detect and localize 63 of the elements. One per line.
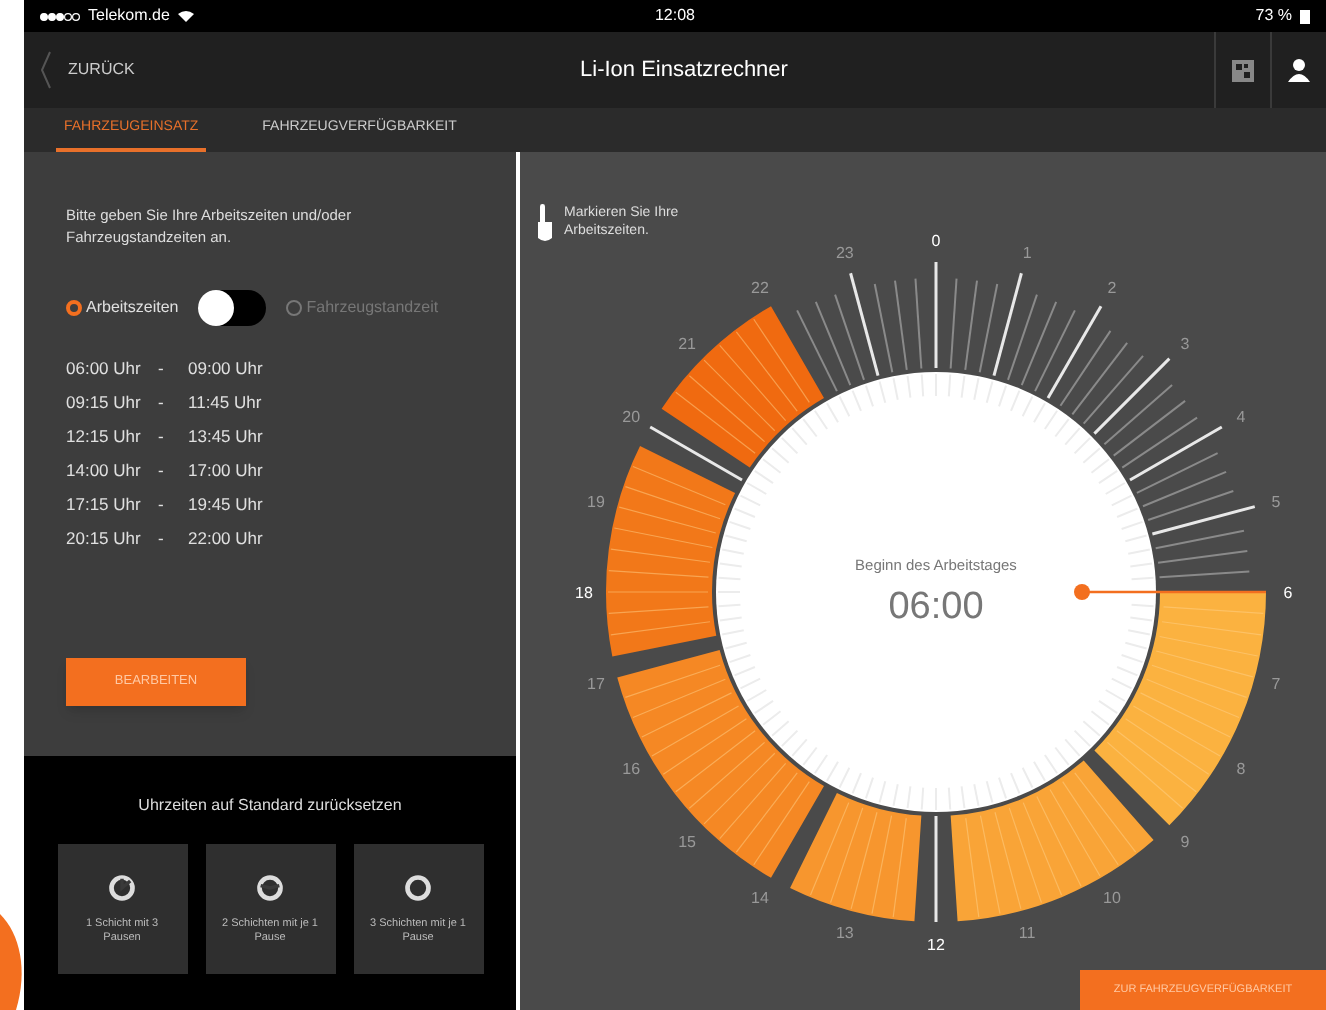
hour-label: 14 bbox=[751, 888, 769, 907]
hour-label: 4 bbox=[1236, 408, 1246, 426]
battery-percent: 73 % bbox=[1255, 4, 1293, 28]
hour-label: 10 bbox=[1103, 888, 1121, 907]
time-separator: - bbox=[158, 424, 166, 448]
hour-label: 3 bbox=[1180, 335, 1190, 354]
hour-label: 6 bbox=[1283, 584, 1293, 602]
time-separator: - bbox=[158, 526, 166, 550]
reset-title: Uhrzeiten auf Standard zurücksetzen bbox=[138, 794, 402, 818]
hour-label: 22 bbox=[751, 279, 769, 298]
hour-label: 15 bbox=[678, 832, 696, 851]
hour-label: 23 bbox=[836, 244, 854, 262]
hour-label: 1 bbox=[1022, 244, 1032, 262]
time-separator: - bbox=[158, 390, 166, 414]
time-end: 11:45 Uhr bbox=[188, 390, 262, 414]
time-separator: - bbox=[158, 458, 166, 482]
carrier-name: Telekom.de bbox=[88, 4, 170, 28]
hour-label: 18 bbox=[575, 584, 593, 602]
hour-label: 16 bbox=[622, 760, 641, 778]
hour-label: 12 bbox=[927, 936, 945, 954]
hour-label: 19 bbox=[587, 492, 605, 511]
hour-label: 0 bbox=[931, 232, 941, 250]
hour-label: 17 bbox=[587, 675, 605, 694]
time-start: 12:15 Uhr bbox=[66, 424, 143, 448]
hour-label: 11 bbox=[1018, 924, 1036, 942]
clock-time: 12:08 bbox=[652, 4, 698, 28]
app-title: Li-Ion Einsatzrechner bbox=[578, 55, 790, 86]
start-time: 06:00 bbox=[888, 586, 984, 628]
time-end: 09:00 Uhr bbox=[188, 356, 263, 380]
back-button[interactable]: ZURÜCK bbox=[24, 50, 135, 90]
person-icon bbox=[1288, 58, 1310, 82]
start-handle[interactable] bbox=[1074, 584, 1266, 600]
hour-label: 8 bbox=[1236, 760, 1246, 778]
time-end: 13:45 Uhr bbox=[188, 424, 263, 448]
hour-label: 5 bbox=[1271, 492, 1281, 511]
battery-icon bbox=[1300, 9, 1311, 23]
time-start: 14:00 Uhr bbox=[66, 458, 143, 482]
time-end: 17:00 Uhr bbox=[188, 458, 263, 482]
hour-label: 13 bbox=[836, 924, 854, 942]
wifi-icon bbox=[177, 10, 194, 22]
clock-icon bbox=[108, 873, 136, 901]
signal-icon bbox=[40, 11, 80, 21]
time-start: 09:15 Uhr bbox=[66, 390, 143, 414]
mode-toggle[interactable] bbox=[198, 290, 267, 326]
time-end: 19:45 Uhr bbox=[188, 492, 263, 516]
qr-code-icon bbox=[1232, 59, 1254, 81]
mode-radio[interactable]: Arbeitszeiten bbox=[66, 296, 179, 320]
time-dial[interactable] bbox=[606, 262, 1266, 922]
pointing-hand-icon bbox=[536, 204, 554, 244]
time-separator: - bbox=[158, 492, 166, 516]
hour-label: 2 bbox=[1107, 279, 1117, 298]
hour-label: 21 bbox=[678, 335, 696, 354]
clock-icon bbox=[256, 873, 284, 901]
hour-label: 7 bbox=[1271, 675, 1281, 694]
time-separator: - bbox=[158, 356, 166, 380]
time-start: 20:15 Uhr bbox=[66, 526, 143, 550]
hour-label: 9 bbox=[1180, 832, 1190, 851]
clock-icon bbox=[404, 873, 432, 901]
time-start: 17:15 Uhr bbox=[66, 492, 143, 516]
time-end: 22:00 Uhr bbox=[188, 526, 263, 550]
hour-label: 20 bbox=[622, 408, 641, 426]
time-start: 06:00 Uhr bbox=[66, 356, 143, 380]
chevron-left-icon bbox=[40, 50, 52, 90]
